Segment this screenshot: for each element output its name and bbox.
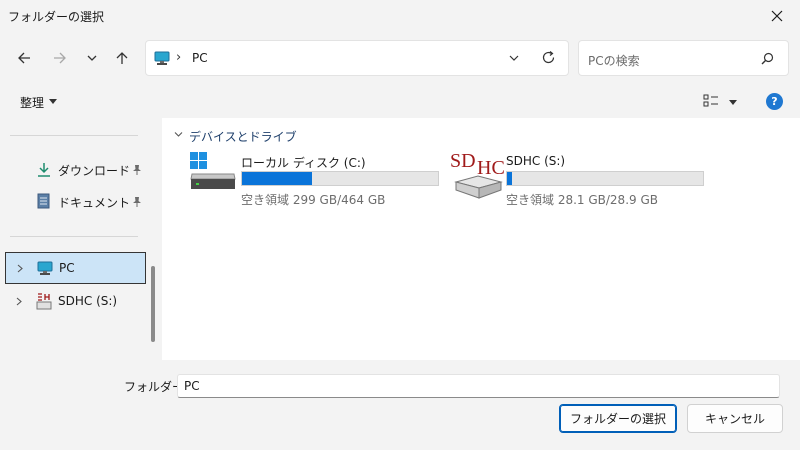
- breadcrumb-pc[interactable]: PC: [192, 51, 208, 65]
- cancel-button[interactable]: キャンセル: [687, 404, 783, 433]
- search-icon: [761, 52, 774, 65]
- arrow-right-icon: [54, 52, 66, 64]
- recent-locations-button[interactable]: [79, 45, 105, 71]
- close-button[interactable]: [754, 0, 800, 32]
- forward-button[interactable]: [47, 45, 73, 71]
- title-bar: フォルダーの選択: [0, 0, 800, 32]
- arrow-up-icon: [116, 52, 128, 64]
- svg-text:SD: SD: [450, 152, 476, 172]
- help-icon[interactable]: ?: [766, 93, 783, 110]
- sidebar-item-documents[interactable]: ドキュメント: [0, 186, 148, 216]
- close-icon: [771, 10, 783, 22]
- navigation-pane: ダウンロード ドキュメント: [0, 118, 162, 360]
- caret-down-icon: [49, 99, 57, 104]
- sdhc-icon: [36, 293, 52, 310]
- up-button[interactable]: [109, 45, 135, 71]
- sidebar-divider: [10, 236, 138, 237]
- folder-name-input[interactable]: [177, 374, 780, 398]
- pin-icon[interactable]: [132, 164, 142, 175]
- sidebar-item-downloads[interactable]: ダウンロード: [0, 154, 148, 184]
- search-input[interactable]: PCの検索: [578, 40, 789, 76]
- sidebar-item-pc[interactable]: PC: [5, 252, 146, 284]
- chevron-right-icon[interactable]: [16, 297, 23, 306]
- arrow-left-icon: [18, 52, 30, 64]
- drive-usage-fill: [242, 172, 312, 185]
- breadcrumb-separator: ›: [176, 50, 182, 65]
- chevron-down-icon: [87, 55, 97, 61]
- drive-usage-bar: [241, 171, 439, 186]
- chevron-right-icon[interactable]: [17, 264, 24, 273]
- drive-name: SDHC (S:): [506, 154, 566, 168]
- caret-down-icon[interactable]: [729, 100, 737, 105]
- sidebar-item-label: SDHC (S:): [58, 294, 118, 308]
- view-options-icon[interactable]: [703, 94, 719, 108]
- sidebar-scrollbar[interactable]: [151, 266, 155, 342]
- drive-item-sdhc[interactable]: SD HC SDHC (S:) 空き領域 28.1 GB/28.9 GB: [448, 152, 704, 208]
- back-button[interactable]: [11, 45, 37, 71]
- sdhc-card-icon: SD HC: [450, 152, 504, 199]
- local-disk-icon: [190, 152, 236, 189]
- sidebar-item-sdhc[interactable]: SDHC (S:): [0, 286, 148, 316]
- pc-icon: [154, 51, 170, 65]
- organize-button[interactable]: 整理: [20, 94, 44, 111]
- address-bar[interactable]: › PC: [145, 40, 569, 76]
- chevron-down-icon[interactable]: [508, 52, 520, 64]
- drive-name: ローカル ディスク (C:): [241, 156, 366, 170]
- window-title: フォルダーの選択: [8, 10, 105, 24]
- group-header-devices[interactable]: デバイスとドライブ: [189, 128, 297, 145]
- refresh-icon[interactable]: [541, 50, 556, 65]
- select-folder-button[interactable]: フォルダーの選択: [559, 404, 677, 433]
- sidebar-item-label: PC: [59, 261, 75, 275]
- content-pane: デバイスとドライブ ローカル ディスク (C:) 空き領域 299 GB/464…: [162, 118, 800, 360]
- chevron-down-icon[interactable]: [174, 131, 183, 138]
- drive-usage-bar: [506, 171, 704, 186]
- drive-free-space: 空き領域 299 GB/464 GB: [241, 193, 386, 207]
- download-icon: [38, 163, 50, 177]
- drive-usage-fill: [507, 172, 513, 185]
- document-icon: [37, 193, 50, 209]
- sidebar-divider: [10, 135, 138, 136]
- pc-icon: [37, 261, 53, 275]
- svg-text:HC: HC: [477, 157, 504, 179]
- pin-icon[interactable]: [132, 196, 142, 207]
- sidebar-item-label: ダウンロード: [58, 164, 131, 178]
- drive-item-local-disk[interactable]: ローカル ディスク (C:) 空き領域 299 GB/464 GB: [186, 152, 442, 208]
- drive-free-space: 空き領域 28.1 GB/28.9 GB: [506, 193, 658, 207]
- sidebar-item-label: ドキュメント: [58, 196, 131, 210]
- search-placeholder: PCの検索: [588, 54, 640, 68]
- command-bar: 整理: [0, 86, 800, 118]
